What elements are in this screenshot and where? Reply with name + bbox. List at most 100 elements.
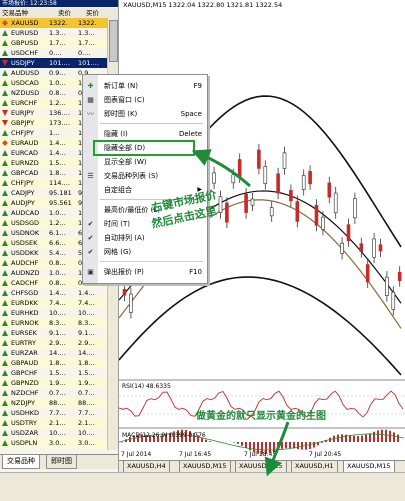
ask-price: 3.0… — [78, 438, 95, 448]
symbol-name: USDHKD — [11, 408, 39, 418]
symbol-name: USDCAD — [11, 78, 39, 88]
candle-body — [251, 199, 254, 205]
menu-item[interactable]: ☰交易品种列表 (S) — [83, 169, 207, 183]
symbol-name: EURHKD — [11, 308, 39, 318]
price-up-icon — [2, 400, 8, 406]
time-label: 7 Jul 2014 — [121, 451, 151, 458]
bid-price: 5.4… — [49, 248, 66, 258]
candle-body — [321, 217, 324, 229]
macd-bar — [349, 435, 351, 442]
symbol-row[interactable]: XAUUSD1322.1322. — [0, 18, 107, 28]
price-up-icon — [2, 100, 8, 106]
ask-price: 101.… — [78, 58, 99, 68]
symbol-name: EURUSD — [11, 28, 38, 38]
context-menu: ✚新订单 (N)F9▦图表窗口 (C)〰即时图 (K)Space 隐藏 (I)De… — [82, 74, 208, 284]
symbol-row[interactable]: GBPUSD1.7…1.7… — [0, 38, 107, 48]
col-symbol[interactable]: 交易品种 — [2, 8, 28, 18]
menu-item-shortcut: Delete — [179, 127, 202, 141]
macd-bar — [245, 442, 247, 448]
symbol-row[interactable]: EURDKK 7.4… 7.4… — [0, 298, 107, 308]
col-ask[interactable]: 买价 — [86, 8, 99, 18]
menu-separator — [100, 123, 203, 124]
price-up-icon — [2, 70, 8, 76]
symbol-name: AUDCHF — [11, 258, 38, 268]
menu-item[interactable]: ▦图表窗口 (C) — [83, 93, 207, 107]
symbol-row[interactable]: GBPNZD1.9…1.9… — [0, 378, 107, 388]
menu-item-label: 自动排列 (A) — [104, 231, 144, 245]
ask-price: 7.4… — [78, 298, 95, 308]
menu-item[interactable]: 显示全部 (W) — [83, 155, 207, 169]
price-up-icon — [2, 170, 8, 176]
bid-price: 7.4… — [49, 298, 66, 308]
col-bid[interactable]: 卖价 — [58, 8, 71, 18]
bid-price: 0.8… — [49, 88, 66, 98]
ask-price: 1.5… — [78, 368, 95, 378]
symbol-row[interactable]: EURTRY2.9…2.9… — [0, 338, 107, 348]
symbol-row[interactable]: NZDJPY88.…88.… — [0, 398, 107, 408]
symbol-row[interactable]: EURHKD10.…10.… — [0, 308, 107, 318]
symbol-row[interactable]: EURSEK9.1…9.1… — [0, 328, 107, 338]
price-up-icon — [2, 210, 8, 216]
bid-price: 2.1… — [49, 418, 66, 428]
symbol-name: CADJPY — [11, 188, 35, 198]
bid-price: 1.4… — [49, 148, 66, 158]
status-bar — [0, 472, 405, 501]
ask-price: 8.3… — [78, 318, 95, 328]
symbol-row[interactable]: USDJPY101.…101.… — [0, 58, 107, 68]
symbol-row[interactable]: GBPCHF1.5…1.5… — [0, 368, 107, 378]
symbol-row[interactable]: GBPAUD1.8…1.8… — [0, 358, 107, 368]
symbol-row[interactable]: NZDCHF0.7…0.7… — [0, 388, 107, 398]
symbol-name: EURDKK — [11, 298, 38, 308]
menu-item[interactable]: ▣弹出报价 (P)F10 — [83, 265, 207, 279]
macd-bar — [281, 442, 283, 449]
price-up-icon — [2, 160, 8, 166]
candle-body — [302, 175, 305, 189]
time-label: 7 Jul 18:45 — [244, 451, 276, 458]
bid-price: 0.9… — [49, 68, 66, 78]
market-watch-title: 市场报价: 12:23:58 — [0, 0, 118, 7]
menu-item[interactable]: 〰即时图 (K)Space — [83, 107, 207, 121]
symbol-row[interactable]: USDZAR10.…10.… — [0, 428, 107, 438]
price-down-icon — [2, 110, 8, 116]
menu-item[interactable]: 隐藏 (I)Delete — [83, 127, 207, 141]
menu-item[interactable]: ✚新订单 (N)F9 — [83, 79, 207, 93]
symbol-row[interactable]: EURNOK8.3…8.3… — [0, 318, 107, 328]
menu-item[interactable]: ✔自动排列 (A) — [83, 231, 207, 245]
ask-price: 1.4… — [78, 288, 95, 298]
symbol-row[interactable]: EURZAR14.…14.… — [0, 348, 107, 358]
price-down-icon — [2, 60, 8, 66]
symbol-row[interactable]: USDHKD7.7…7.7… — [0, 408, 107, 418]
bid-price: 1.8… — [49, 358, 66, 368]
price-up-icon — [2, 150, 8, 156]
bid-price: 1.2… — [49, 218, 66, 228]
macd-bar — [241, 442, 243, 446]
symbol-row[interactable]: USDCHF0.…0.… — [0, 48, 107, 58]
price-up-icon — [2, 260, 8, 266]
tick-chart-icon: 〰 — [86, 110, 95, 118]
ask-price: 2.1… — [78, 418, 95, 428]
symbol-row[interactable]: USDPLN3.0…3.0… — [0, 438, 107, 448]
ask-price: 88.… — [78, 398, 95, 408]
symbol-name: USDJPY — [11, 58, 35, 68]
symbol-name: USDDKK — [11, 248, 38, 258]
macd-bar — [393, 432, 395, 442]
bid-price: 95.561 — [49, 198, 72, 208]
symbol-row[interactable]: CHFSGD1.4…1.4… — [0, 288, 107, 298]
bid-price: 114.… — [49, 178, 70, 188]
tab-tick-chart[interactable]: 即时图 — [46, 455, 77, 469]
symbol-row[interactable]: USDTRY2.1…2.1… — [0, 418, 107, 428]
ask-price: 1.3… — [78, 28, 95, 38]
symbol-row[interactable]: EURUSD1.3…1.3… — [0, 28, 107, 38]
price-up-icon — [2, 230, 8, 236]
menu-item[interactable]: ✔网格 (G) — [83, 245, 207, 259]
rsi-label: RSI(14) 48.6335 — [122, 383, 171, 390]
macd-bar — [313, 442, 315, 448]
scroll-thumb[interactable] — [109, 20, 118, 62]
ask-price: 14.… — [78, 348, 95, 358]
price-up-icon — [2, 440, 8, 446]
bid-price: 6.1… — [49, 228, 66, 238]
symbol-name: EURAUD — [11, 138, 38, 148]
symbol-name: USDZAR — [11, 428, 38, 438]
price-up-icon — [2, 290, 8, 296]
tab-symbols[interactable]: 交易品种 — [2, 455, 40, 469]
